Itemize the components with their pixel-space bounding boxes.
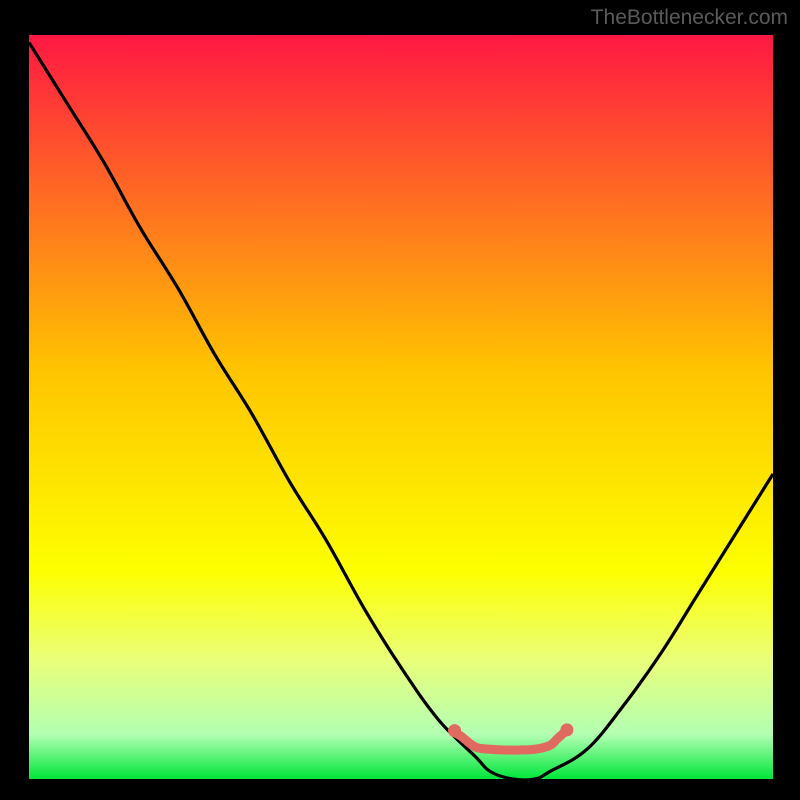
highlight-dot — [560, 723, 573, 736]
curve-overlay — [29, 35, 773, 779]
watermark-text: TheBottlenecker.com — [591, 6, 788, 30]
chart-plot-area — [29, 35, 773, 779]
bottleneck-curve — [29, 42, 773, 779]
highlight-segment — [453, 732, 565, 750]
highlight-dots — [448, 723, 573, 737]
highlight-dot — [448, 724, 461, 737]
